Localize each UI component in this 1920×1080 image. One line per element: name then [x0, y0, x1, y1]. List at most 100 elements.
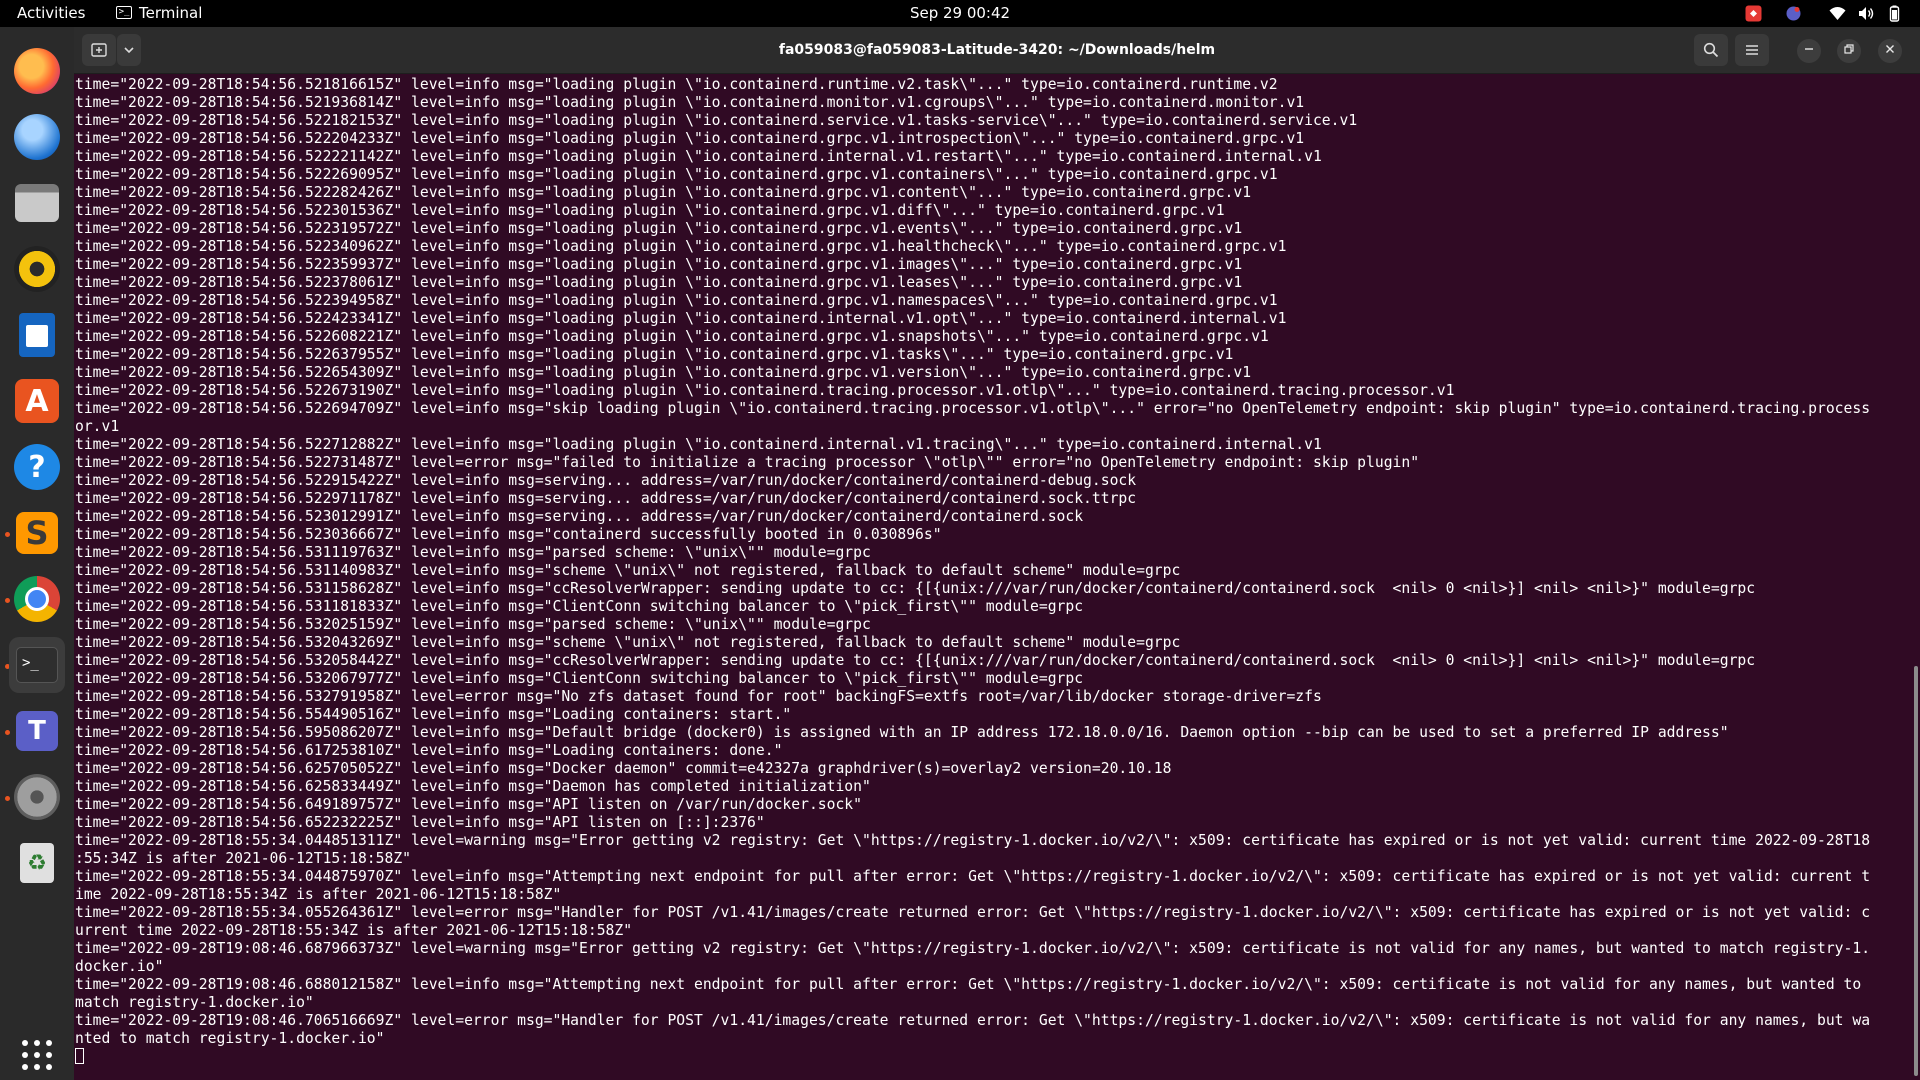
- dock-terminal[interactable]: >_: [9, 637, 65, 693]
- dock-trash[interactable]: ♻: [9, 835, 65, 891]
- terminal-line: time="2022-09-28T18:54:56.522712882Z" le…: [75, 436, 1322, 453]
- dock-sublime-text[interactable]: S: [9, 505, 65, 561]
- rhythmbox-icon: [14, 246, 60, 292]
- anydesk-tray-icon[interactable]: [1745, 5, 1762, 22]
- terminal-line: time="2022-09-28T18:54:56.522301536Z" le…: [75, 202, 1225, 219]
- terminal-line: time="2022-09-28T18:54:56.531158628Z" le…: [75, 580, 1756, 597]
- dock-rhythmbox[interactable]: [9, 241, 65, 297]
- terminal-line: match registry-1.docker.io": [75, 994, 314, 1011]
- window-title: fa059083@fa059083-Latitude-3420: ~/Downl…: [778, 42, 1216, 58]
- terminal-line: time="2022-09-28T18:54:56.649189757Z" le…: [75, 796, 862, 813]
- dock-files[interactable]: [9, 175, 65, 231]
- files-icon: [15, 184, 59, 222]
- terminal-line: time="2022-09-28T18:54:56.531140983Z" le…: [75, 562, 1181, 579]
- terminal-line: time="2022-09-28T18:54:56.522282426Z" le…: [75, 184, 1252, 201]
- terminal-line: time="2022-09-28T18:54:56.652232225Z" le…: [75, 814, 765, 831]
- terminal-line: time="2022-09-28T18:54:56.522378061Z" le…: [75, 274, 1243, 291]
- terminal-line: time="2022-09-28T18:54:56.522915422Z" le…: [75, 472, 1137, 489]
- terminal-line: time="2022-09-28T18:54:56.522694709Z" le…: [75, 400, 1871, 417]
- clock-button[interactable]: Sep 29 00:42: [910, 4, 1010, 22]
- dock-chrome[interactable]: [9, 571, 65, 627]
- teams-icon: T: [16, 711, 58, 751]
- new-tab-button[interactable]: [82, 34, 116, 66]
- terminal-line: nted to match registry-1.docker.io": [75, 1030, 385, 1047]
- terminal-line: time="2022-09-28T18:54:56.532025159Z" le…: [75, 616, 871, 633]
- terminal-line: time="2022-09-28T18:54:56.522971178Z" le…: [75, 490, 1137, 507]
- terminal-line: time="2022-09-28T18:54:56.617253810Z" le…: [75, 742, 783, 759]
- terminal-line: time="2022-09-28T18:54:56.521816615Z" le…: [75, 76, 1278, 93]
- header-bar: fa059083@fa059083-Latitude-3420: ~/Downl…: [74, 27, 1920, 74]
- search-button[interactable]: [1694, 34, 1728, 66]
- terminal-line: time="2022-09-28T18:54:56.522319572Z" le…: [75, 220, 1243, 237]
- terminal-line: time="2022-09-28T18:54:56.523012991Z" le…: [75, 508, 1084, 525]
- terminal-line: time="2022-09-28T18:55:34.044875970Z" le…: [75, 868, 1871, 885]
- dock-settings[interactable]: [9, 769, 65, 825]
- terminal-output[interactable]: time="2022-09-28T18:54:56.521816615Z" le…: [75, 76, 1907, 1076]
- terminal-line: time="2022-09-28T18:54:56.522394958Z" le…: [75, 292, 1278, 309]
- terminal-line: time="2022-09-28T18:54:56.521936814Z" le…: [75, 94, 1305, 111]
- volume-icon[interactable]: [1858, 5, 1875, 22]
- terminal-line: time="2022-09-28T18:54:56.532067977Z" le…: [75, 670, 1084, 687]
- terminal-line: :55:34Z is after 2021-06-12T15:18:58Z": [75, 850, 412, 867]
- terminal-line: time="2022-09-28T18:54:56.532043269Z" le…: [75, 634, 1181, 651]
- terminal-cursor: [75, 1048, 84, 1064]
- app-menu-label: Terminal: [139, 4, 203, 22]
- terminal-line: docker.io": [75, 958, 164, 975]
- terminal-line: time="2022-09-28T18:54:56.554490516Z" le…: [75, 706, 792, 723]
- restore-button[interactable]: [1837, 39, 1861, 63]
- terminal-line: time="2022-09-28T18:54:56.522340962Z" le…: [75, 238, 1287, 255]
- terminal-line: time="2022-09-28T18:55:34.055264361Z" le…: [75, 904, 1871, 921]
- writer-icon: [19, 313, 55, 357]
- terminal-line: time="2022-09-28T18:54:56.531181833Z" le…: [75, 598, 1084, 615]
- tab-menu-button[interactable]: [117, 34, 141, 66]
- thunderbird-icon: [14, 114, 60, 160]
- terminal-line: time="2022-09-28T18:54:56.532058442Z" le…: [75, 652, 1756, 669]
- battery-icon[interactable]: [1886, 5, 1903, 22]
- terminal-line: time="2022-09-28T18:54:56.522423341Z" le…: [75, 310, 1287, 327]
- settings-icon: [14, 774, 60, 820]
- dock-thunderbird[interactable]: [9, 109, 65, 165]
- dock-show-applications[interactable]: [9, 1027, 65, 1080]
- terminal-line: time="2022-09-28T18:54:56.522637955Z" le…: [75, 346, 1234, 363]
- minimize-button[interactable]: [1797, 39, 1821, 63]
- sublime-text-icon: S: [16, 512, 58, 554]
- terminal-line: time="2022-09-28T18:54:56.522654309Z" le…: [75, 364, 1252, 381]
- dock: A ? S >_ T ♻: [0, 27, 74, 1080]
- hamburger-menu-button[interactable]: [1735, 34, 1769, 66]
- app-menu-button[interactable]: >_ Terminal: [116, 0, 202, 27]
- terminal-line: time="2022-09-28T19:08:46.688012158Z" le…: [75, 976, 1862, 993]
- terminal-line: time="2022-09-28T18:54:56.532791958Z" le…: [75, 688, 1322, 705]
- help-icon: ?: [14, 444, 60, 490]
- terminal-line: time="2022-09-28T18:54:56.522204233Z" le…: [75, 130, 1305, 147]
- terminal-line: time="2022-09-28T18:54:56.522221142Z" le…: [75, 148, 1322, 165]
- software-icon: A: [15, 379, 59, 423]
- terminal-line: time="2022-09-28T18:54:56.522182153Z" le…: [75, 112, 1358, 129]
- terminal-line: time="2022-09-28T18:54:56.531119763Z" le…: [75, 544, 871, 561]
- terminal-line: urrent time 2022-09-28T18:55:34Z is afte…: [75, 922, 633, 939]
- activities-button[interactable]: Activities: [17, 0, 85, 27]
- new-tab-icon: [91, 43, 107, 57]
- terminal-scrollbar[interactable]: [1914, 666, 1918, 1076]
- dock-firefox[interactable]: [9, 43, 65, 99]
- terminal-line: time="2022-09-28T18:54:56.522608221Z" le…: [75, 328, 1269, 345]
- trash-icon: ♻: [20, 843, 54, 883]
- dock-teams[interactable]: T: [9, 703, 65, 759]
- terminal-line: time="2022-09-28T18:54:56.522359937Z" le…: [75, 256, 1243, 273]
- terminal-line: ime 2022-09-28T18:55:34Z is after 2021-0…: [75, 886, 562, 903]
- wifi-icon[interactable]: [1829, 5, 1846, 22]
- terminal-line: time="2022-09-28T18:54:56.522673190Z" le…: [75, 382, 1455, 399]
- dock-writer[interactable]: [9, 307, 65, 363]
- dock-software[interactable]: A: [9, 373, 65, 429]
- dock-help[interactable]: ?: [9, 439, 65, 495]
- teams-tray-icon[interactable]: [1785, 5, 1802, 22]
- firefox-icon: [14, 48, 60, 94]
- chrome-icon: [14, 576, 60, 622]
- terminal-line: time="2022-09-28T18:54:56.595086207Z" le…: [75, 724, 1729, 741]
- terminal-line: time="2022-09-28T18:54:56.523036667Z" le…: [75, 526, 942, 543]
- terminal-line: time="2022-09-28T18:54:56.522731487Z" le…: [75, 454, 1420, 471]
- hamburger-menu-icon: [1746, 45, 1758, 55]
- terminal-line: time="2022-09-28T19:08:46.706516669Z" le…: [75, 1012, 1871, 1029]
- close-button[interactable]: [1878, 39, 1902, 63]
- prompt-line[interactable]: [75, 1048, 1907, 1066]
- show-applications-icon: [22, 1040, 52, 1070]
